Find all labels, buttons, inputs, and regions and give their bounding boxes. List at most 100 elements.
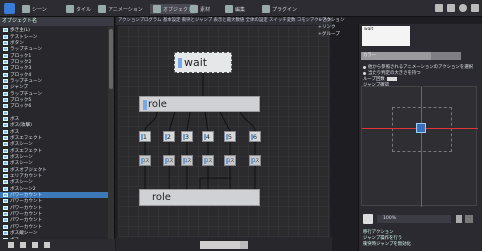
action-node-1[interactable]: 1 — [139, 131, 151, 142]
object-icon — [3, 40, 8, 45]
action-node-5[interactable]: 5 — [224, 131, 236, 142]
menu-plugin[interactable]: プラグイン — [262, 4, 297, 14]
object-list-item-label: パワーカウント — [10, 199, 43, 205]
app-logo — [4, 3, 15, 14]
object-list-panel: オブジェクト名 歩き主(L) テストシーン ボタン ラップチューン ブロック1 ブロック2… — [0, 17, 115, 251]
object-list-item-label: ブロック6 — [10, 104, 32, 110]
link-node-1[interactable]: ロス — [139, 155, 151, 166]
object-list-header: オブジェクト名 — [0, 17, 114, 26]
menu-scene[interactable]: シーン — [22, 4, 47, 14]
play-icon[interactable] — [435, 4, 443, 12]
object-list-item-label: ボスシーン2 — [10, 186, 36, 192]
add-link-button[interactable]: +リンク — [318, 24, 358, 31]
node-pin — [183, 158, 185, 164]
link-node-4[interactable]: ロス — [202, 155, 214, 166]
object-icon — [3, 59, 8, 64]
object-list-item-label: ラップチューン — [10, 47, 42, 53]
add-action-button[interactable]: +アクション — [318, 17, 358, 24]
object-icon — [3, 174, 8, 179]
wait-node-pin — [178, 58, 182, 68]
menu-tile[interactable]: タイル — [66, 4, 91, 14]
link-node-6[interactable]: ロス — [249, 155, 261, 166]
position-preview[interactable] — [361, 86, 478, 207]
role-node-top[interactable]: role — [139, 96, 260, 112]
object-icon — [3, 66, 8, 71]
object-icon — [3, 231, 8, 236]
role-node-top-label: role — [148, 99, 167, 110]
link-node-2[interactable]: ロス — [163, 155, 175, 166]
action-node-4[interactable]: 4 — [202, 131, 214, 142]
object-list-item-label: ボスシーン — [10, 142, 33, 148]
action-node-3[interactable]: 3 — [181, 131, 193, 142]
add-icon[interactable] — [8, 242, 14, 248]
play-icon[interactable] — [456, 215, 462, 223]
object-icon — [3, 205, 8, 210]
action-node-2[interactable]: 2 — [163, 131, 175, 142]
object-icon — [3, 72, 8, 77]
add-menu: +アクション +リンク +グループ — [318, 17, 358, 57]
object-list-item-label: パワーカウント — [10, 205, 43, 211]
color-swatch[interactable] — [431, 52, 461, 60]
add-group-button[interactable]: +グループ — [318, 31, 358, 38]
object-icon — [3, 193, 8, 198]
action-node-6[interactable]: 6 — [249, 131, 261, 142]
node-pin — [141, 158, 143, 164]
object-list-item-label: パワーカウント — [10, 193, 43, 199]
object-list-item-label: ボスオブジェクト — [10, 167, 47, 173]
editor-tabs[interactable]: アクションプログラム 基本設定 衝突とジャンプ 表示と最大数値 全体の設定 スイ… — [116, 17, 332, 25]
settings-icon[interactable] — [471, 4, 479, 12]
object-list-item-label: パワーカウント — [10, 212, 43, 218]
object-list-item-label: ボス — [10, 116, 20, 122]
folder-icon[interactable] — [44, 242, 50, 248]
object-list-item-label: パワーカウント — [10, 224, 43, 230]
object-list-item-label: エリアカウント — [10, 174, 43, 180]
delete-icon[interactable] — [32, 242, 38, 248]
object-icon — [3, 28, 8, 33]
role-node-bottom[interactable]: role — [139, 189, 260, 206]
object-list-item-label: ブロック4 — [10, 72, 32, 78]
copy-icon[interactable] — [20, 242, 26, 248]
object-list-item-label: ボス — [10, 129, 20, 135]
object-icon — [3, 136, 8, 141]
object-icon — [3, 91, 8, 96]
action-name-input[interactable]: wait — [362, 26, 410, 46]
stop-icon[interactable] — [465, 215, 473, 223]
tile-icon — [66, 5, 74, 13]
editor-zoom-field[interactable] — [200, 241, 240, 249]
object-list-item-label: 歩き主(L) — [10, 28, 30, 34]
object-marker[interactable] — [416, 123, 426, 133]
object-icon — [3, 218, 8, 223]
link-node-5[interactable]: ロス — [224, 155, 236, 166]
record-icon[interactable] — [459, 4, 467, 12]
menu-animation[interactable]: アニメーション — [98, 4, 143, 14]
menu-edit[interactable]: 編集 — [225, 4, 245, 14]
object-icon — [3, 97, 8, 102]
menu-material[interactable]: 素材 — [190, 4, 210, 14]
object-icon — [3, 212, 8, 217]
color-field[interactable]: カラー — [361, 52, 431, 60]
zoom-icon[interactable] — [363, 214, 373, 224]
node-pin — [165, 158, 167, 164]
link-node-3[interactable]: ロス — [181, 155, 193, 166]
window-controls — [435, 4, 479, 12]
object-icon — [3, 123, 8, 128]
object-list-item-label: ボスシーン — [10, 155, 33, 161]
node-pin — [251, 134, 253, 140]
object-list-scrollbar[interactable] — [108, 27, 114, 239]
object-icon — [3, 142, 8, 147]
edit-icon — [225, 5, 233, 13]
node-pin — [183, 134, 185, 140]
object-icon — [3, 85, 8, 90]
object-icon — [153, 5, 161, 13]
object-list-item-label: ラップチューン — [10, 78, 42, 84]
wait-node[interactable]: wait — [174, 52, 232, 73]
role-node-bottom-label: role — [152, 192, 171, 203]
bottom-prop-3[interactable]: 衝突時ジャンプを無効化 — [363, 242, 411, 248]
object-icon — [3, 186, 8, 191]
object-list-item-label: ブロック3 — [10, 66, 32, 72]
chevron-down-icon[interactable] — [240, 241, 248, 249]
loop-count-input[interactable] — [386, 77, 397, 81]
pause-icon[interactable] — [447, 4, 455, 12]
node-pin — [141, 134, 143, 140]
scrollbar-thumb[interactable] — [109, 29, 113, 89]
